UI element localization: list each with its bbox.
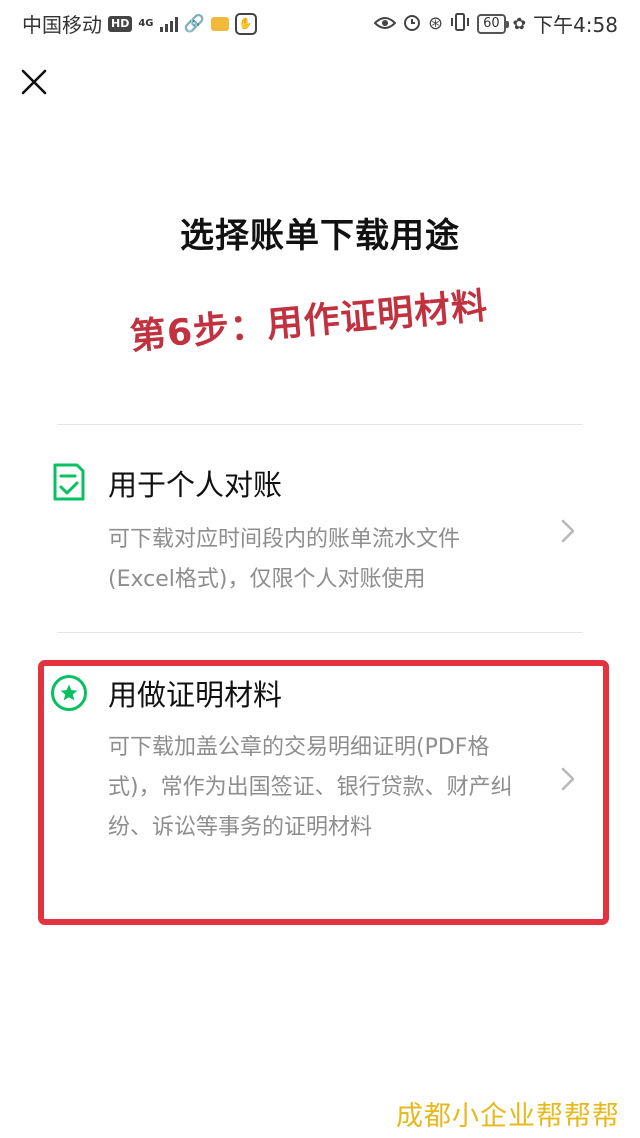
checklist-icon (50, 462, 88, 502)
battery-icon: 60 (477, 13, 509, 34)
option-personal-reconciliation[interactable]: 用于个人对账 可下载对应时间段内的账单流水文件(Excel格式)，仅限个人对账使… (50, 462, 590, 602)
hand-icon: ✋ (234, 12, 257, 35)
clock-time: 下午4:58 (533, 13, 618, 37)
step-annotation: 第6步：用作证明材料 (128, 285, 490, 358)
option-title: 用做证明材料 (108, 678, 283, 712)
chevron-right-icon (560, 766, 576, 792)
leaf-icon: ✿ (512, 14, 527, 33)
option-proof-document[interactable]: 用做证明材料 可下载加盖公章的交易明细证明(PDF格式)，常作为出国签证、银行贷… (50, 672, 590, 902)
mail-icon (210, 16, 229, 31)
status-bar: 中国移动 HD 4G 🔗 ✋ ⊛ 60 ✿ 下午4:58 (0, 0, 640, 44)
hd-badge: HD (108, 15, 133, 32)
status-left: 中国移动 HD 4G 🔗 ✋ (22, 9, 257, 38)
chevron-right-icon (560, 518, 576, 544)
link-icon: 🔗 (183, 13, 205, 34)
battery-level: 60 (483, 15, 500, 31)
network-type: 4G (138, 17, 154, 29)
page-title: 选择账单下载用途 (180, 216, 460, 256)
option-title: 用于个人对账 (108, 468, 283, 502)
alarm-icon (403, 12, 421, 36)
watermark: 成都小企业帮帮帮 (396, 1101, 620, 1132)
divider-top (58, 424, 582, 425)
star-badge-icon (50, 674, 88, 714)
option-description: 可下载对应时间段内的账单流水文件(Excel格式)，仅限个人对账使用 (108, 527, 461, 592)
divider-middle (58, 632, 582, 633)
option-description: 可下载加盖公章的交易明细证明(PDF格式)，常作为出国签证、银行贷款、财产纠纷、… (108, 735, 513, 840)
status-right: ⊛ 60 ✿ 下午4:58 (373, 9, 618, 38)
carrier-name: 中国移动 (22, 13, 102, 37)
close-button[interactable] (12, 60, 56, 104)
eye-icon (373, 12, 397, 36)
close-icon[interactable] (12, 60, 56, 104)
vibrate-icon (450, 12, 470, 36)
bluetooth-icon: ⊛ (428, 13, 444, 34)
signal-icon (159, 16, 178, 32)
